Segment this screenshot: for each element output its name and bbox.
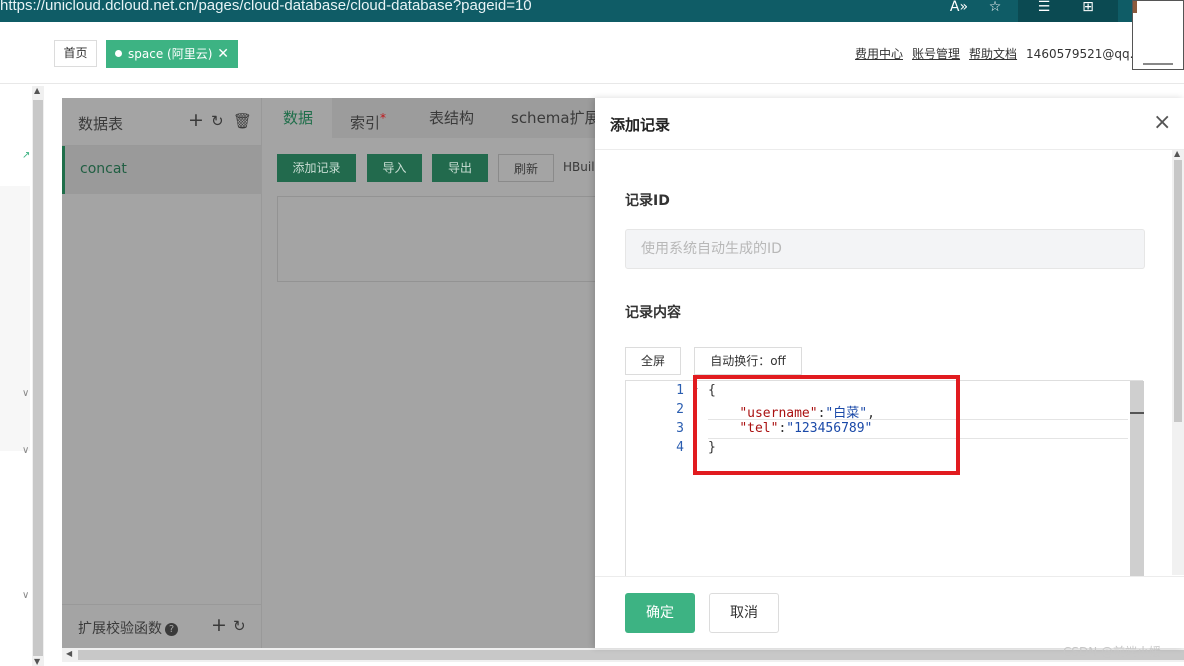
chevron-icon: ∨ [22, 590, 30, 601]
hbuilder-hint: HBuil [563, 160, 595, 174]
cancel-button[interactable]: 取消 [709, 593, 779, 633]
favorite-add-icon[interactable]: ☆ [984, 0, 1006, 18]
thumbnail-preview [1132, 0, 1184, 70]
line-number: 3 [676, 421, 684, 436]
help-icon[interactable]: ? [165, 623, 178, 636]
hscroll-thumb[interactable] [78, 650, 1184, 660]
trash-icon[interactable]: 🗑 [233, 112, 252, 130]
export-button[interactable]: 导出 [432, 154, 488, 182]
browser-bar: https://unicloud.dcloud.net.cn/pages/clo… [0, 0, 1184, 22]
account-links: 费用中心 账号管理 帮助文档 1460579521@qq.c [855, 45, 1140, 62]
dialog-header: 添加记录 × [595, 98, 1184, 150]
dialog-scrollbar[interactable]: ▲ [1172, 149, 1184, 575]
editor-gutter: 1 2 3 4 [626, 381, 690, 577]
dialog-scroll-thumb[interactable] [1174, 160, 1182, 422]
watermark: CSDN @前端小媛 [1063, 645, 1162, 659]
tab-index[interactable]: 索引* [332, 98, 414, 138]
line-number: 1 [676, 383, 684, 398]
word-wrap-toggle[interactable]: 自动换行：off [694, 347, 802, 375]
tab-data[interactable]: 数据 [263, 98, 332, 138]
scroll-thumb[interactable] [33, 100, 43, 656]
collections-icon[interactable]: ⊞ [1077, 0, 1099, 18]
annotation-highlight-box [693, 375, 960, 475]
sidebar-header: 数据表 + ↻ 🗑 [62, 98, 262, 146]
validation-functions-title: 扩展校验函数? [78, 618, 178, 638]
link-account[interactable]: 账号管理 [912, 47, 960, 61]
scroll-up-icon[interactable]: ▲ [34, 86, 40, 95]
database-workspace: 数据表 + ↻ 🗑 concat 扩展校验函数? + ↻ 数据 索引* 表结构 … [62, 98, 597, 648]
record-content-label: 记录内容 [625, 305, 681, 321]
scroll-up-icon[interactable]: ▲ [1174, 149, 1180, 158]
record-id-input[interactable]: 使用系统自动生成的ID [625, 229, 1145, 269]
editor-scrollbar[interactable] [1130, 381, 1144, 577]
table-name: concat [80, 161, 127, 177]
tab-schema-extension[interactable]: schema扩展 [494, 98, 595, 138]
import-button[interactable]: 导入 [367, 154, 422, 182]
fullscreen-button[interactable]: 全屏 [625, 347, 681, 375]
dialog-footer: 确定 取消 [595, 576, 1184, 648]
top-nav: 首页 space (阿里云) ✕ 费用中心 账号管理 帮助文档 1460579521@… [0, 22, 1184, 84]
sidebar-footer: 扩展校验函数? + ↻ [62, 604, 262, 648]
tab-space-label: space (阿里云) [128, 47, 213, 61]
close-tab-icon[interactable]: ✕ [217, 40, 229, 68]
confirm-button[interactable]: 确定 [625, 593, 695, 633]
read-aloud-icon[interactable]: A» [948, 0, 970, 18]
page-scrollbar[interactable]: ▲ ▼ [32, 86, 44, 666]
add-function-icon[interactable]: + [211, 614, 227, 636]
link-billing[interactable]: 费用中心 [855, 47, 903, 61]
refresh-button[interactable]: 刷新 [498, 154, 554, 182]
active-dot-icon [115, 50, 122, 57]
line-number: 2 [676, 402, 684, 417]
chevron-icon: ∨ [22, 388, 30, 399]
address-bar[interactable]: https://unicloud.dcloud.net.cn/pages/clo… [0, 0, 532, 14]
sidebar-title: 数据表 [78, 115, 124, 133]
sidebar-item-concat[interactable]: concat [62, 146, 262, 194]
tab-space[interactable]: space (阿里云) ✕ [106, 40, 238, 68]
favorites-icon[interactable]: ☰ [1033, 0, 1055, 18]
account-email[interactable]: 1460579521@qq.c [1026, 47, 1140, 61]
scroll-left-icon[interactable]: ◀ [66, 649, 72, 658]
table-sidebar: 数据表 + ↻ 🗑 concat 扩展校验函数? + ↻ [62, 98, 262, 648]
add-record-button[interactable]: 添加记录 [277, 154, 356, 182]
chevron-icon: ↗ [22, 150, 31, 161]
refresh-icon[interactable]: ↻ [211, 112, 224, 130]
horizontal-scrollbar[interactable]: ◀ [62, 648, 1184, 662]
tab-structure[interactable]: 表结构 [414, 98, 494, 138]
data-grid [277, 196, 597, 282]
chevron-icon: ∨ [22, 445, 30, 456]
dialog-title: 添加记录 [610, 116, 671, 134]
link-help[interactable]: 帮助文档 [969, 47, 1017, 61]
tab-home[interactable]: 首页 [54, 40, 97, 67]
add-record-dialog: 添加记录 × 记录ID 使用系统自动生成的ID 记录内容 全屏 自动换行：off… [595, 98, 1184, 648]
close-icon[interactable]: × [1153, 110, 1171, 135]
refresh-functions-icon[interactable]: ↻ [233, 617, 246, 635]
line-number: 4 [676, 440, 684, 455]
scroll-down-icon[interactable]: ▼ [34, 657, 40, 666]
add-table-icon[interactable]: + [188, 109, 204, 131]
record-id-label: 记录ID [625, 193, 670, 209]
